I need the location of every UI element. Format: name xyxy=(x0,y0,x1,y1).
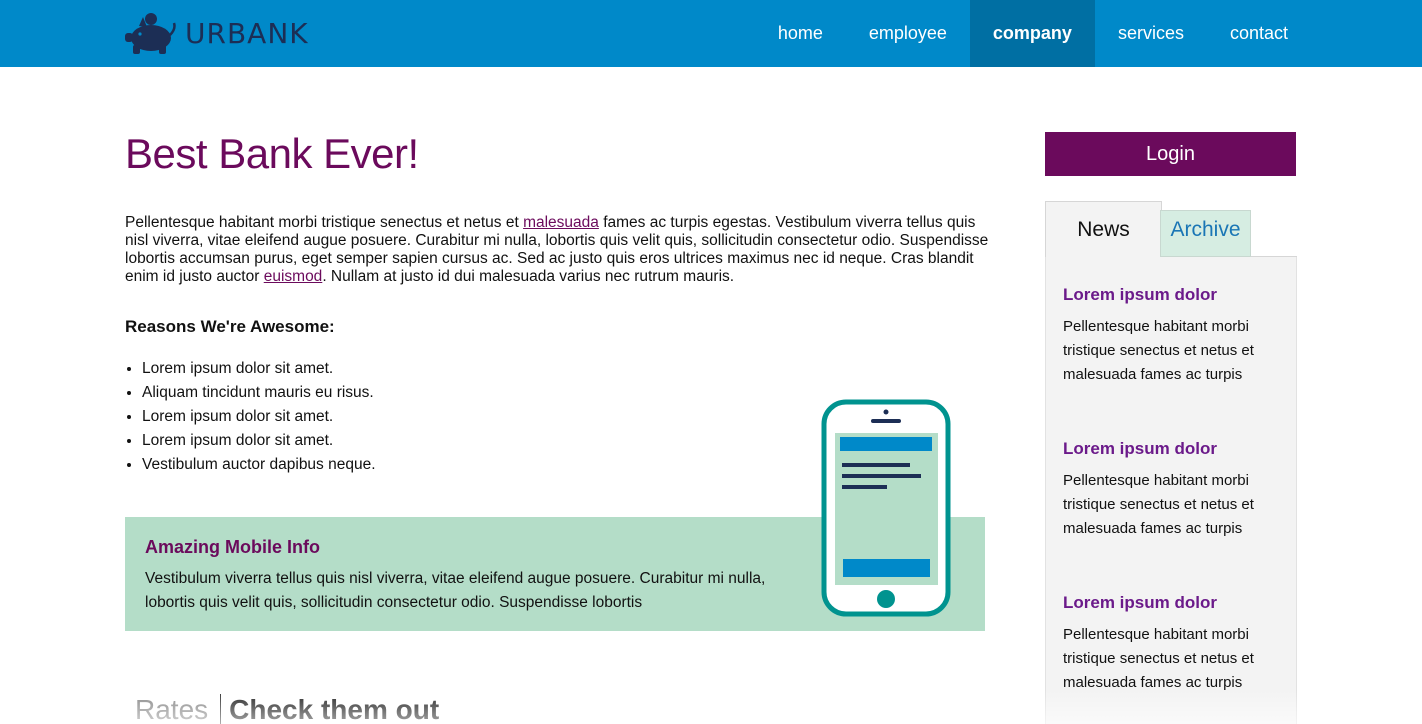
tab-archive[interactable]: Archive xyxy=(1160,210,1251,257)
promo-text: Vestibulum viverra tellus quis nisl vive… xyxy=(145,570,766,611)
news-item: Lorem ipsum dolor Pellentesque habitant … xyxy=(1063,593,1283,695)
nav-item-home[interactable]: home xyxy=(755,0,846,67)
euismod-link[interactable]: euismod xyxy=(264,268,323,285)
site-header: URBANK home employee company services co… xyxy=(0,0,1422,67)
news-text: Pellentesque habitant morbi tristique se… xyxy=(1063,626,1254,691)
reasons-heading: Reasons We're Awesome: xyxy=(125,317,335,336)
malesuada-link[interactable]: malesuada xyxy=(523,214,599,231)
nav-item-services[interactable]: services xyxy=(1095,0,1207,67)
nav-item-company[interactable]: company xyxy=(969,0,1095,67)
smartphone-icon xyxy=(820,399,952,622)
piggy-bank-icon xyxy=(125,11,177,55)
news-title[interactable]: Lorem ipsum dolor xyxy=(1063,285,1283,305)
intro-text-1: Pellentesque habitant morbi tristique se… xyxy=(125,214,524,231)
rates-heading: Rates Check them out xyxy=(135,694,439,724)
page-title: Best Bank Ever! xyxy=(125,130,419,177)
news-title[interactable]: Lorem ipsum dolor xyxy=(1063,593,1283,613)
rates-cta[interactable]: Check them out xyxy=(229,694,439,724)
login-button[interactable]: Login xyxy=(1045,132,1296,176)
logo-text: URBANK xyxy=(185,16,309,50)
list-item: Aliquam tincidunt mauris eu risus. xyxy=(142,381,376,405)
logo-link[interactable]: URBANK xyxy=(125,10,309,56)
promo-title: Amazing Mobile Info xyxy=(145,537,320,557)
news-panel: Lorem ipsum dolor Pellentesque habitant … xyxy=(1045,257,1297,724)
news-tabs: News Archive xyxy=(1045,201,1297,257)
intro-paragraph: Pellentesque habitant morbi tristique se… xyxy=(125,214,990,286)
divider xyxy=(220,694,222,724)
main-nav: home employee company services contact xyxy=(755,0,1311,67)
list-item: Lorem ipsum dolor sit amet. xyxy=(142,429,376,453)
news-item: Lorem ipsum dolor Pellentesque habitant … xyxy=(1063,285,1283,387)
rates-label: Rates xyxy=(135,694,209,724)
news-item: Lorem ipsum dolor Pellentesque habitant … xyxy=(1063,439,1283,541)
tab-news[interactable]: News xyxy=(1045,201,1162,257)
list-item: Lorem ipsum dolor sit amet. xyxy=(142,357,376,381)
intro-text-3: . Nullam at justo id dui malesuada variu… xyxy=(322,268,735,285)
nav-item-employee[interactable]: employee xyxy=(846,0,970,67)
list-item: Vestibulum auctor dapibus neque. xyxy=(142,453,376,477)
nav-item-contact[interactable]: contact xyxy=(1207,0,1311,67)
news-text: Pellentesque habitant morbi tristique se… xyxy=(1063,318,1254,383)
reasons-list: Lorem ipsum dolor sit amet. Aliquam tinc… xyxy=(142,357,376,477)
list-item: Lorem ipsum dolor sit amet. xyxy=(142,405,376,429)
news-text: Pellentesque habitant morbi tristique se… xyxy=(1063,472,1254,537)
news-title[interactable]: Lorem ipsum dolor xyxy=(1063,439,1283,459)
